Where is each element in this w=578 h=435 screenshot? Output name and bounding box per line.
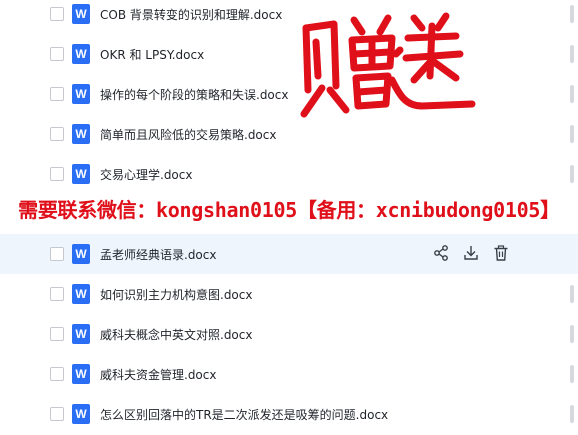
word-doc-icon: W: [72, 364, 90, 384]
row-handle: [570, 5, 574, 23]
file-row[interactable]: W 操作的每个阶段的策略和失误.docx: [0, 74, 578, 114]
row-handle: [570, 285, 574, 303]
row-checkbox[interactable]: [50, 167, 64, 181]
word-doc-icon: W: [72, 4, 90, 24]
row-handle: [570, 125, 574, 143]
file-row[interactable]: W COB 背景转变的识别和理解.docx: [0, 0, 578, 34]
file-name[interactable]: 简单而且风险低的交易策略.docx: [100, 126, 276, 143]
word-doc-icon: W: [72, 124, 90, 144]
share-icon[interactable]: [432, 244, 450, 262]
gift-stamp-overlay: [300, 12, 476, 118]
word-doc-icon: W: [72, 284, 90, 304]
row-checkbox[interactable]: [50, 127, 64, 141]
word-doc-icon: W: [72, 84, 90, 104]
row-handle: [570, 365, 574, 383]
row-checkbox[interactable]: [50, 287, 64, 301]
word-doc-icon: W: [72, 324, 90, 344]
row-checkbox[interactable]: [50, 87, 64, 101]
file-name[interactable]: 交易心理学.docx: [100, 166, 192, 183]
row-checkbox[interactable]: [50, 7, 64, 21]
contact-banner-text: 需要联系微信：kongshan0105【备用：xcnibudong0105】: [18, 197, 560, 222]
file-name[interactable]: 威科夫概念中英文对照.docx: [100, 326, 252, 343]
file-name[interactable]: COB 背景转变的识别和理解.docx: [100, 6, 282, 23]
file-name[interactable]: 威科夫资金管理.docx: [100, 366, 216, 383]
row-handle: [570, 405, 574, 423]
row-handle: [570, 45, 574, 63]
file-row[interactable]: W 简单而且风险低的交易策略.docx: [0, 114, 578, 154]
row-handle: [570, 85, 574, 103]
row-handle: [570, 165, 574, 183]
row-handle: [570, 325, 574, 343]
row-checkbox[interactable]: [50, 367, 64, 381]
row-checkbox[interactable]: [50, 247, 64, 261]
word-doc-icon: W: [72, 164, 90, 184]
trash-icon[interactable]: [492, 244, 510, 262]
file-row[interactable]: W OKR 和 LPSY.docx: [0, 34, 578, 74]
file-name[interactable]: 操作的每个阶段的策略和失误.docx: [100, 86, 288, 103]
file-name[interactable]: 如何识别主力机构意图.docx: [100, 286, 252, 303]
row-checkbox[interactable]: [50, 407, 64, 421]
download-icon[interactable]: [462, 244, 480, 262]
file-name[interactable]: 怎么区别回落中的TR是二次派发还是吸筹的问题.docx: [100, 406, 388, 423]
word-doc-icon: W: [72, 44, 90, 64]
row-checkbox[interactable]: [50, 47, 64, 61]
file-row[interactable]: W 如何识别主力机构意图.docx: [0, 274, 578, 314]
file-name[interactable]: OKR 和 LPSY.docx: [100, 46, 204, 63]
row-checkbox[interactable]: [50, 327, 64, 341]
file-row[interactable]: W 怎么区别回落中的TR是二次派发还是吸筹的问题.docx: [0, 394, 578, 434]
file-row[interactable]: W 威科夫概念中英文对照.docx: [0, 314, 578, 354]
word-doc-icon: W: [72, 404, 90, 424]
file-name[interactable]: 孟老师经典语录.docx: [100, 246, 216, 263]
row-actions: [432, 244, 510, 262]
word-doc-icon: W: [72, 244, 90, 264]
file-row[interactable]: W 威科夫资金管理.docx: [0, 354, 578, 394]
contact-banner-overlay: 需要联系微信：kongshan0105【备用：xcnibudong0105】: [0, 184, 578, 232]
file-row-hovered[interactable]: W 孟老师经典语录.docx: [0, 234, 578, 274]
